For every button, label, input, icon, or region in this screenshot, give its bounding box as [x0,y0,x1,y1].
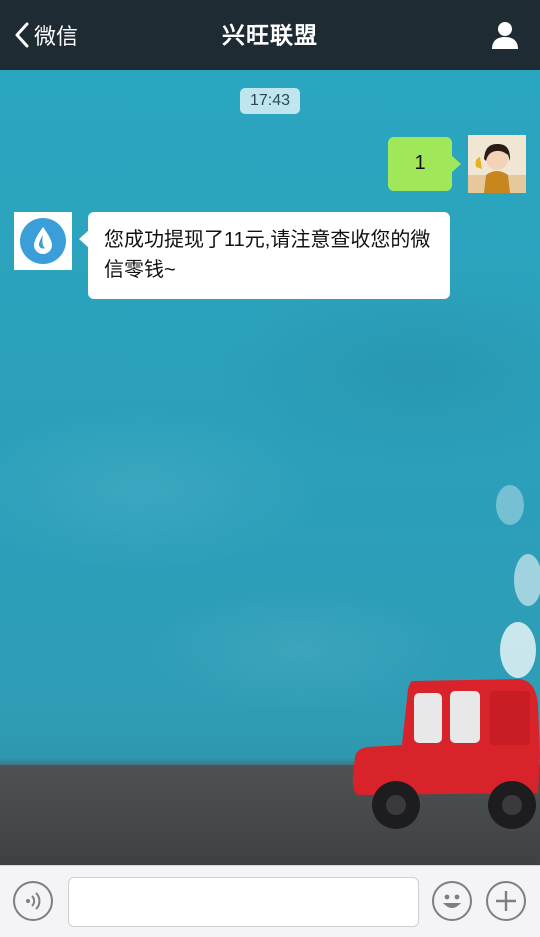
user-photo-avatar[interactable] [468,135,526,193]
voice-button[interactable] [13,881,53,921]
my-message-bubble[interactable]: 1 [388,137,461,191]
plus-icon [496,891,516,911]
bot-avatar[interactable] [14,212,72,270]
emoji-icon [443,894,461,908]
exhaust-puffs-decoration [496,485,540,678]
chat-title: 兴旺联盟 [222,22,318,48]
top-navbar: 微信 兴旺联盟 [0,0,540,70]
plus-button[interactable] [486,881,526,921]
message-timestamp: 17:43 [240,88,300,114]
message-input-bar [0,865,540,937]
car-illustration [352,679,540,829]
emoji-button[interactable] [432,881,472,921]
user-photo-image [468,135,526,193]
person-icon[interactable] [490,20,520,50]
bot-message-bubble[interactable]: 您成功提现了11元,请注意查收您的微信零钱~ [79,212,450,299]
message-input[interactable] [68,877,419,927]
water-drop-icon [20,218,66,264]
voice-icon [26,892,41,910]
chat-area[interactable]: 17:43 1 您成功提现了11元,请注意查收您的微信零钱~ [0,70,540,865]
